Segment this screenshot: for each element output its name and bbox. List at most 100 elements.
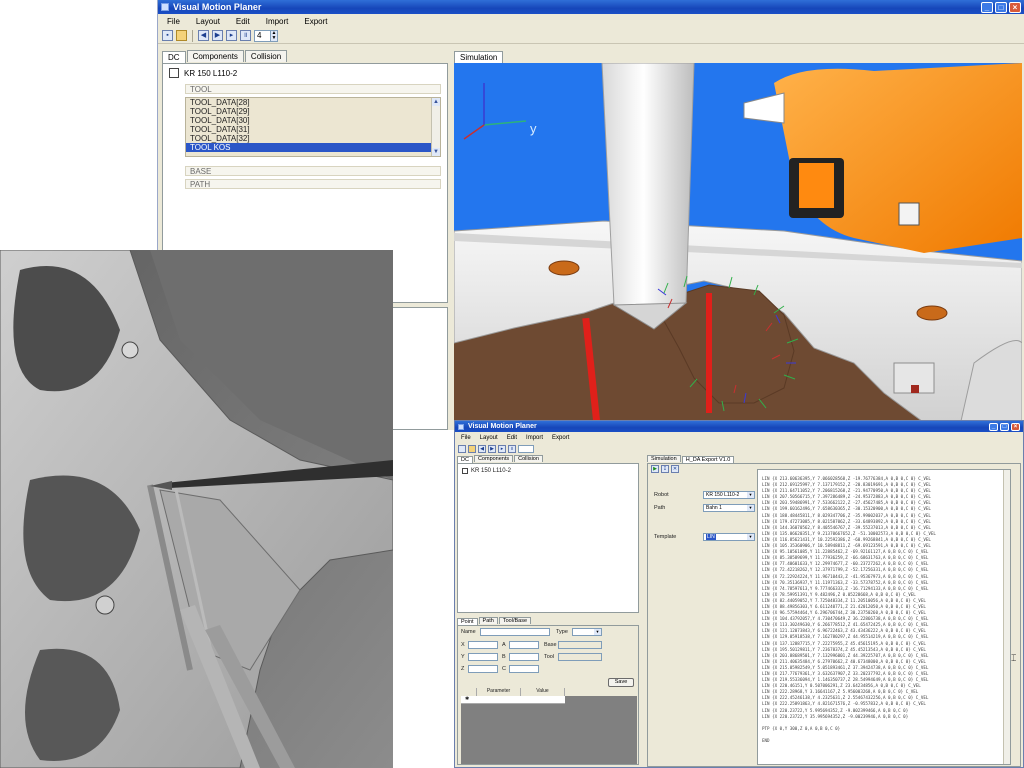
clear-icon[interactable]: ✕ [671,465,679,473]
export-speed-spinner[interactable] [518,444,534,453]
menu-layout[interactable]: Layout [189,17,229,26]
main-titlebar[interactable]: Visual Motion Planer _ □ × [158,0,1024,14]
z-input[interactable] [468,665,498,673]
template-field-label: Template [654,534,677,540]
maximize-button[interactable]: □ [995,1,1007,13]
close-button[interactable]: × [1009,1,1021,13]
tool-field[interactable] [558,653,602,661]
save-icon[interactable] [458,444,466,453]
tool-label: Tool [544,654,555,660]
step-forward-icon[interactable]: ▸ [498,444,506,453]
export-file-icon[interactable]: ↧ [661,465,669,473]
path-select[interactable]: Bahn 1 ▼ [703,504,755,512]
skip-back-icon[interactable]: ◀ [478,444,486,453]
export-menu-import[interactable]: Import [522,435,548,441]
export-minimize-button[interactable]: _ [989,422,998,431]
export-close-button[interactable]: × [1011,422,1020,431]
export-menu-file[interactable]: File [457,435,476,441]
tool-item[interactable]: TOOL_DATA[29] [186,107,440,116]
tab-simulation[interactable]: Simulation [454,51,504,63]
main-title: Visual Motion Planer [173,2,262,12]
grid-new-row[interactable]: ✱ [461,696,565,704]
speed-spinner[interactable]: 4 ▲ ▼ [254,29,278,42]
export-menu-export[interactable]: Export [548,435,574,441]
skip-back-icon[interactable]: ◀ [198,30,209,41]
tab-point[interactable]: Point [457,618,478,625]
tab-simulation-export[interactable]: Simulation [647,455,681,462]
export-code-output[interactable]: LIN {X 213.60636395,Y 7.066028568,Z -19.… [757,469,1011,765]
tool-item[interactable]: TOOL_DATA[28] [186,98,440,107]
tab-components[interactable]: Components [186,50,244,62]
export-tab-collision[interactable]: Collision [514,455,543,462]
group-tool[interactable]: TOOL [185,84,441,94]
a-label: A [502,642,506,648]
export-tab-components[interactable]: Components [473,455,514,462]
robot-checkbox[interactable] [169,68,179,78]
group-base[interactable]: BASE [185,166,441,176]
simulation-viewport[interactable]: y [454,63,1022,430]
export-toolbar: ◀ ▶ ▸ ॥ [455,443,1023,454]
play-icon[interactable]: ▶ [488,444,496,453]
export-titlebar[interactable]: Visual Motion Planer _ □ × [455,421,1023,432]
pause-icon[interactable]: ॥ [240,30,251,41]
grid-header-parameter[interactable]: Parameter [477,688,521,696]
tab-path[interactable]: Path [478,617,498,624]
menu-edit[interactable]: Edit [229,17,259,26]
export-menu-layout[interactable]: Layout [476,435,503,441]
c-input[interactable] [509,665,539,673]
run-icon[interactable]: ▶ [651,465,659,473]
code-scrollbar[interactable] [1003,470,1010,764]
parameter-grid: Parameter Value ✱ [461,688,637,764]
pause-icon[interactable]: ॥ [508,444,516,453]
chevron-down-icon[interactable]: ▼ [747,505,754,511]
tab-hda-export[interactable]: H_DA Export V1.0 [681,456,735,463]
tool-item-selected[interactable]: TOOL KOS [186,143,440,152]
export-maximize-button[interactable]: □ [1000,422,1009,431]
save-button[interactable]: Save [608,678,634,687]
tab-collision[interactable]: Collision [244,50,288,62]
b-input[interactable] [509,653,539,661]
simulation-scene: y [454,63,1022,430]
tab-dc[interactable]: DC [162,51,186,63]
chevron-down-icon[interactable]: ▼ [594,629,601,635]
scroll-up-icon[interactable]: ▲ [432,98,440,106]
save-icon[interactable]: ▪ [162,30,173,41]
menu-import[interactable]: Import [259,17,298,26]
x-input[interactable] [468,641,498,649]
base-field[interactable] [558,641,602,649]
chevron-down-icon[interactable]: ▼ [747,534,754,540]
minimize-button[interactable]: _ [981,1,993,13]
a-input[interactable] [509,641,539,649]
step-forward-icon[interactable]: ▸ [226,30,237,41]
tool-list-scrollbar[interactable]: ▲ ▼ [431,98,440,156]
path-select-value: Bahn 1 [706,505,722,511]
export-robot-checkbox[interactable] [462,468,468,474]
menu-export[interactable]: Export [297,17,336,26]
robot-select[interactable]: KR 150 L110-2 ▼ [703,491,755,499]
tool-item[interactable]: TOOL_DATA[32] [186,134,440,143]
group-path[interactable]: PATH [185,179,441,189]
tool-item[interactable]: TOOL_DATA[31] [186,125,440,134]
export-robot-row[interactable]: KR 150 L110-2 [462,468,511,474]
chevron-down-icon[interactable]: ▼ [747,492,754,498]
open-folder-icon[interactable] [468,444,476,453]
menu-file[interactable]: File [160,17,189,26]
robot-row[interactable]: KR 150 L110-2 [169,68,237,78]
play-icon[interactable]: ▶ [212,30,223,41]
tool-item[interactable]: TOOL_DATA[30] [186,116,440,125]
name-input[interactable] [480,628,550,636]
tab-tool-base[interactable]: Tool/Base [498,617,532,624]
open-folder-icon[interactable] [176,30,187,41]
left-tabs: DC Components Collision [162,50,288,63]
template-select[interactable]: LIN ▼ [703,533,755,541]
spinner-arrows-icon[interactable]: ▲ ▼ [270,30,277,41]
scroll-down-icon[interactable]: ▼ [432,148,440,156]
y-input[interactable] [468,653,498,661]
grid-header-value[interactable]: Value [521,688,565,696]
export-tab-dc[interactable]: DC [457,456,473,463]
type-select[interactable]: ▼ [572,628,602,636]
export-menu-edit[interactable]: Edit [503,435,522,441]
z-label: Z [461,666,465,672]
main-toolbar: ▪ ◀ ▶ ▸ ॥ 4 ▲ ▼ [158,28,1024,44]
tool-list[interactable]: TOOL_DATA[28] TOOL_DATA[29] TOOL_DATA[30… [185,97,441,157]
